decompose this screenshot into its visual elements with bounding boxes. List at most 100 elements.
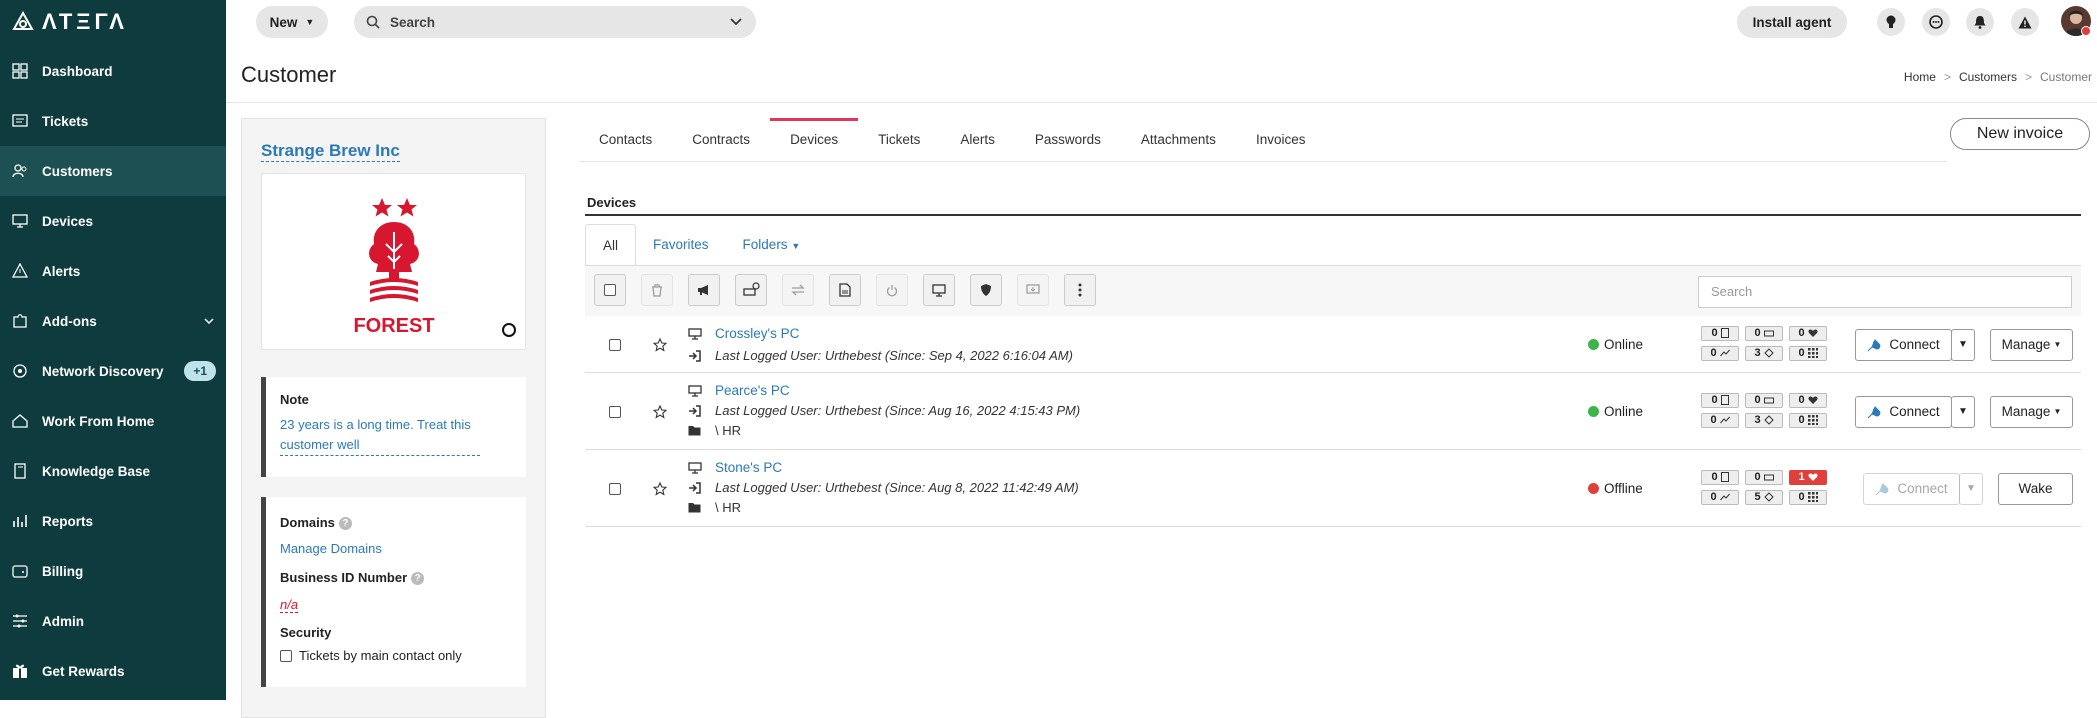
scheduled-print-button[interactable] <box>735 274 767 306</box>
transfer-button[interactable] <box>782 274 814 306</box>
breadcrumb-customers[interactable]: Customers <box>1959 70 2017 84</box>
sidebar-item-work-from-home[interactable]: Work From Home <box>0 396 226 446</box>
connect-button[interactable]: Connect <box>1855 328 1952 361</box>
apps-metric[interactable]: 0 <box>1789 489 1827 505</box>
sidebar-item-dashboard[interactable]: Dashboard <box>0 46 226 96</box>
wake-button[interactable]: Wake <box>1998 472 2073 505</box>
trash-icon <box>652 283 662 297</box>
connect-options-dropdown[interactable]: ▼ <box>1951 328 1975 361</box>
star-icon[interactable] <box>653 481 667 496</box>
sidebar-item-add-ons[interactable]: Add-ons <box>0 296 226 346</box>
health-metric[interactable]: 1 <box>1789 469 1827 485</box>
install-agent-button[interactable]: Install agent <box>1737 6 1847 38</box>
sidebar-item-label: Reports <box>42 513 94 529</box>
note-text[interactable]: 23 years is a long time. Treat this cust… <box>280 415 480 456</box>
lightbulb-icon[interactable] <box>1877 8 1905 36</box>
more-button[interactable] <box>1064 274 1096 306</box>
customer-name[interactable]: Strange Brew Inc <box>261 141 400 162</box>
tab-devices[interactable]: Devices <box>770 118 859 162</box>
health-metric[interactable]: 0 <box>1789 325 1827 341</box>
subtab-favorites[interactable]: Favorites <box>636 224 726 266</box>
device-row-checkbox[interactable] <box>609 405 621 418</box>
performance-metric[interactable]: 0 <box>1701 489 1739 505</box>
sidebar-item-devices[interactable]: Devices <box>0 196 226 246</box>
connect-button[interactable]: Connect <box>1863 472 1960 505</box>
performance-metric[interactable]: 0 <box>1701 412 1739 428</box>
sidebar-item-network-discovery[interactable]: Network Discovery +1 <box>0 346 226 396</box>
security-button[interactable] <box>970 274 1002 306</box>
document-icon <box>839 283 851 297</box>
status-dot <box>1588 482 1599 494</box>
security-option-label: Tickets by main contact only <box>299 648 462 663</box>
apps-metric[interactable]: 0 <box>1789 345 1827 361</box>
help-icon[interactable]: ? <box>411 572 425 586</box>
business-id-value[interactable]: n/a <box>280 597 299 613</box>
device-name-link[interactable]: Pearce's PC <box>715 383 790 398</box>
patches-metric[interactable]: 3 <box>1745 412 1783 428</box>
ram-metric[interactable]: 0 <box>1701 469 1739 485</box>
sidebar-item-billing[interactable]: Billing <box>0 546 226 596</box>
device-search-input[interactable]: Search <box>1698 276 2072 308</box>
select-all-checkbox[interactable] <box>594 274 626 306</box>
tab-invoices[interactable]: Invoices <box>1236 118 1326 162</box>
remote-desktop-button[interactable] <box>923 274 955 306</box>
new-invoice-button[interactable]: New invoice <box>1950 118 2090 150</box>
sidebar-item-tickets[interactable]: Tickets <box>0 96 226 146</box>
sidebar-item-reports[interactable]: Reports <box>0 496 226 546</box>
warning-icon[interactable] <box>2011 8 2039 36</box>
manage-button[interactable]: Manage ▼ <box>1990 395 2073 428</box>
chevron-down-icon[interactable] <box>204 318 214 324</box>
tickets-main-contact-checkbox[interactable] <box>280 649 292 662</box>
tab-attachments[interactable]: Attachments <box>1121 118 1236 162</box>
chevron-down-icon[interactable] <box>730 18 742 26</box>
new-button[interactable]: New ▼ <box>256 6 328 38</box>
disk-metric[interactable]: 0 <box>1745 392 1783 408</box>
customer-logo[interactable]: FOREST <box>261 173 526 350</box>
global-search-input[interactable]: Search <box>354 6 756 38</box>
help-icon[interactable]: ? <box>338 517 352 531</box>
subtab-all[interactable]: All <box>585 224 637 266</box>
bell-icon[interactable] <box>1966 8 1994 36</box>
chat-icon[interactable] <box>1922 8 1950 36</box>
app-logo[interactable]: ΛΤΞΓΛ <box>12 9 128 34</box>
sidebar-item-get-rewards[interactable]: Get Rewards <box>0 646 226 696</box>
health-metric[interactable]: 0 <box>1789 392 1827 408</box>
connect-button[interactable]: Connect <box>1855 395 1952 428</box>
manage-button[interactable]: Manage ▼ <box>1990 328 2073 361</box>
device-row-checkbox[interactable] <box>609 338 621 351</box>
performance-metric[interactable]: 0 <box>1701 345 1739 361</box>
breadcrumb-home[interactable]: Home <box>1904 70 1936 84</box>
ram-metric[interactable]: 0 <box>1701 325 1739 341</box>
device-name-link[interactable]: Stone's PC <box>715 460 782 475</box>
device-status: Offline <box>1588 481 1643 496</box>
sidebar-item-alerts[interactable]: Alerts <box>0 246 226 296</box>
sidebar-item-customers[interactable]: Customers <box>0 146 226 196</box>
tab-tickets[interactable]: Tickets <box>858 118 940 162</box>
tab-passwords[interactable]: Passwords <box>1015 118 1121 162</box>
ram-metric[interactable]: 0 <box>1701 392 1739 408</box>
connect-options-dropdown[interactable]: ▼ <box>1951 395 1975 428</box>
monitor-icon <box>932 283 946 297</box>
announce-button[interactable] <box>688 274 720 306</box>
star-icon[interactable] <box>653 404 667 419</box>
device-name-link[interactable]: Crossley's PC <box>715 326 799 341</box>
star-icon[interactable] <box>653 337 667 352</box>
monitor-download-button[interactable] <box>1017 274 1049 306</box>
connect-options-dropdown[interactable]: ▼ <box>1959 472 1983 505</box>
device-row-checkbox[interactable] <box>609 482 621 495</box>
tab-contracts[interactable]: Contracts <box>672 118 770 162</box>
apps-metric[interactable]: 0 <box>1789 412 1827 428</box>
sidebar-item-admin[interactable]: Admin <box>0 596 226 646</box>
disk-metric[interactable]: 0 <box>1745 469 1783 485</box>
tab-contacts[interactable]: Contacts <box>579 118 672 162</box>
report-button[interactable] <box>829 274 861 306</box>
manage-domains-link[interactable]: Manage Domains <box>280 541 382 556</box>
tab-alerts[interactable]: Alerts <box>940 118 1015 162</box>
disk-metric[interactable]: 0 <box>1745 325 1783 341</box>
power-button[interactable] <box>876 274 908 306</box>
patches-metric[interactable]: 5 <box>1745 489 1783 505</box>
subtab-folders[interactable]: Folders ▼ <box>726 224 818 266</box>
delete-button[interactable] <box>641 274 673 306</box>
patches-metric[interactable]: 3 <box>1745 345 1783 361</box>
sidebar-item-knowledge-base[interactable]: Knowledge Base <box>0 446 226 496</box>
